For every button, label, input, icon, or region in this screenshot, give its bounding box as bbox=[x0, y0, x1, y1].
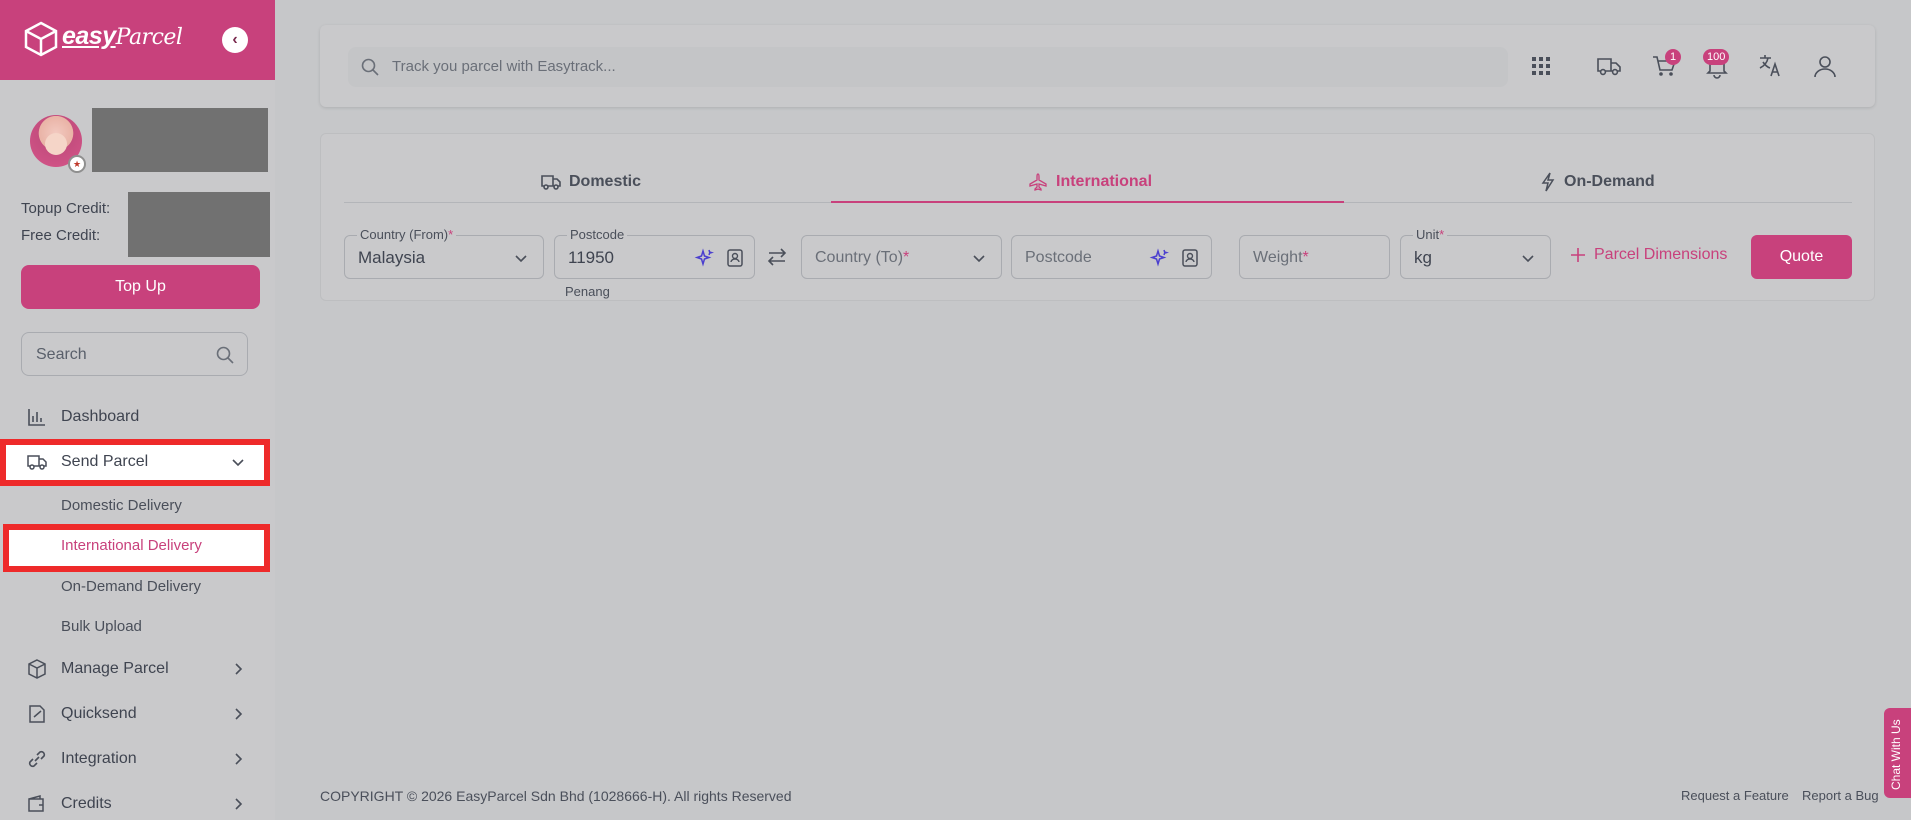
quote-button[interactable]: Quote bbox=[1751, 235, 1852, 279]
postcode-from-hint: Penang bbox=[565, 284, 610, 299]
truck-icon bbox=[27, 455, 47, 470]
request-feature-link[interactable]: Request a Feature bbox=[1681, 788, 1789, 803]
chevron-down-icon bbox=[973, 255, 985, 263]
postcode-from-input[interactable]: Postcode 11950 bbox=[554, 227, 755, 279]
chevron-left-icon: ‹ bbox=[232, 31, 238, 48]
topup-credit-label: Topup Credit: bbox=[21, 200, 111, 217]
apps-grid-icon[interactable] bbox=[1528, 53, 1554, 79]
country-from-value: Malaysia bbox=[358, 248, 426, 267]
brand-logo-text[interactable]: easyParcel bbox=[62, 22, 183, 51]
sidebar-subitem-domestic-delivery[interactable]: Domestic Delivery bbox=[61, 497, 182, 514]
redacted-user-info bbox=[92, 108, 268, 172]
sparkle-icon[interactable] bbox=[694, 248, 714, 268]
sidebar: easyParcel ‹ ★ Topup Credit: Free Credit… bbox=[0, 0, 275, 820]
postcode-from-value: 11950 bbox=[568, 248, 615, 267]
parcel-dimensions-label: Parcel Dimensions bbox=[1594, 246, 1728, 263]
sidebar-item-manage-parcel[interactable]: Manage Parcel bbox=[0, 649, 270, 689]
user-profile-icon[interactable] bbox=[1811, 52, 1839, 80]
chat-with-us-button[interactable]: Chat With Us bbox=[1884, 708, 1911, 798]
sidebar-item-label: Credits bbox=[61, 795, 112, 812]
sidebar-search-input[interactable]: Search bbox=[21, 332, 248, 376]
active-tab-indicator bbox=[831, 201, 1344, 203]
address-book-icon[interactable] bbox=[725, 248, 745, 268]
weight-input[interactable]: Weight* bbox=[1239, 235, 1390, 279]
plus-icon bbox=[1571, 248, 1585, 262]
sidebar-item-credits[interactable]: Credits bbox=[0, 784, 270, 820]
search-icon[interactable] bbox=[215, 345, 235, 365]
copyright-text: COPYRIGHT © 2026 EasyParcel Sdn Bhd (102… bbox=[320, 788, 792, 804]
swap-arrows-icon[interactable] bbox=[765, 245, 789, 269]
chat-with-us-label: Chat With Us bbox=[1889, 719, 1903, 790]
top-bar: Track you parcel with Easytrack... bbox=[320, 25, 1875, 107]
sidebar-item-dashboard[interactable]: Dashboard bbox=[0, 397, 270, 437]
sidebar-item-quicksend[interactable]: Quicksend bbox=[0, 694, 270, 734]
redacted-credit-values bbox=[128, 192, 270, 257]
quote-card: Domestic International On-Demand Country… bbox=[320, 133, 1875, 301]
chevron-down-icon bbox=[515, 255, 527, 263]
quicksend-icon bbox=[29, 705, 45, 723]
sidebar-item-label: Dashboard bbox=[61, 408, 140, 425]
sidebar-item-integration[interactable]: Integration bbox=[0, 739, 270, 779]
bar-chart-icon bbox=[28, 409, 45, 426]
chevron-right-icon bbox=[235, 753, 243, 765]
tab-domestic[interactable]: Domestic bbox=[541, 164, 641, 200]
postcode-to-placeholder: Postcode bbox=[1025, 249, 1092, 266]
cart-badge: 1 bbox=[1665, 49, 1681, 65]
parcel-dimensions-button[interactable]: Parcel Dimensions bbox=[1570, 246, 1727, 264]
lightning-icon bbox=[1541, 172, 1555, 192]
wallet-icon bbox=[28, 795, 44, 812]
country-to-placeholder: Country (To)* bbox=[815, 249, 910, 266]
easytrack-search-input[interactable]: Track you parcel with Easytrack... bbox=[348, 47, 1508, 87]
link-icon bbox=[28, 750, 46, 768]
topup-button[interactable]: Top Up bbox=[21, 265, 260, 309]
brand-bar: easyParcel ‹ bbox=[0, 0, 275, 80]
address-book-icon[interactable] bbox=[1180, 248, 1200, 268]
chevron-right-icon bbox=[235, 663, 243, 675]
postcode-to-input[interactable]: Postcode bbox=[1011, 235, 1212, 279]
translate-icon[interactable] bbox=[1757, 52, 1785, 80]
tab-international-label: International bbox=[1056, 173, 1153, 190]
tab-international[interactable]: International bbox=[1028, 164, 1152, 200]
sidebar-item-label: Integration bbox=[61, 750, 137, 767]
sidebar-subitem-bulk-upload[interactable]: Bulk Upload bbox=[61, 618, 142, 635]
notification-badge: 100 bbox=[1703, 49, 1730, 65]
unit-select[interactable]: Unit* kg bbox=[1400, 227, 1551, 279]
sidebar-item-label: Manage Parcel bbox=[61, 660, 169, 677]
search-icon bbox=[361, 58, 379, 76]
airplane-icon bbox=[1029, 173, 1047, 191]
chevron-right-icon bbox=[235, 798, 243, 810]
sidebar-search-placeholder: Search bbox=[36, 346, 87, 363]
free-credit-label: Free Credit: bbox=[21, 227, 101, 244]
postcode-from-label: Postcode bbox=[567, 227, 628, 242]
unit-label: Unit* bbox=[1413, 227, 1448, 242]
sidebar-item-label: Send Parcel bbox=[61, 453, 149, 470]
box-icon bbox=[28, 659, 46, 679]
malaysia-flag-icon: ★ bbox=[68, 155, 86, 173]
tab-domestic-label: Domestic bbox=[569, 173, 642, 190]
chevron-down-icon bbox=[1522, 255, 1534, 263]
delivery-truck-icon[interactable] bbox=[1595, 52, 1623, 80]
country-from-label: Country (From)* bbox=[357, 227, 457, 242]
truck-icon bbox=[541, 175, 561, 190]
sidebar-subitem-international-delivery[interactable]: International Delivery bbox=[61, 537, 202, 554]
sidebar-subitem-on-demand-delivery[interactable]: On-Demand Delivery bbox=[61, 578, 201, 595]
tab-on-demand-label: On-Demand bbox=[1564, 173, 1655, 190]
sparkle-icon[interactable] bbox=[1149, 248, 1169, 268]
report-bug-link[interactable]: Report a Bug bbox=[1802, 788, 1879, 803]
country-from-select[interactable]: Country (From)* Malaysia bbox=[344, 227, 544, 279]
easytrack-placeholder: Track you parcel with Easytrack... bbox=[392, 58, 616, 75]
weight-placeholder: Weight* bbox=[1253, 249, 1309, 266]
collapse-sidebar-button[interactable]: ‹ bbox=[222, 27, 248, 53]
tab-on-demand[interactable]: On-Demand bbox=[1540, 164, 1655, 200]
sidebar-item-send-parcel[interactable]: Send Parcel bbox=[0, 442, 270, 482]
unit-value: kg bbox=[1414, 248, 1432, 267]
parcel-logo-icon[interactable] bbox=[22, 20, 60, 58]
chevron-right-icon bbox=[235, 708, 243, 720]
chevron-down-icon bbox=[232, 459, 244, 467]
country-to-select[interactable]: Country (To)* bbox=[801, 235, 1002, 279]
sidebar-item-label: Quicksend bbox=[61, 705, 137, 722]
avatar-face bbox=[45, 133, 67, 155]
